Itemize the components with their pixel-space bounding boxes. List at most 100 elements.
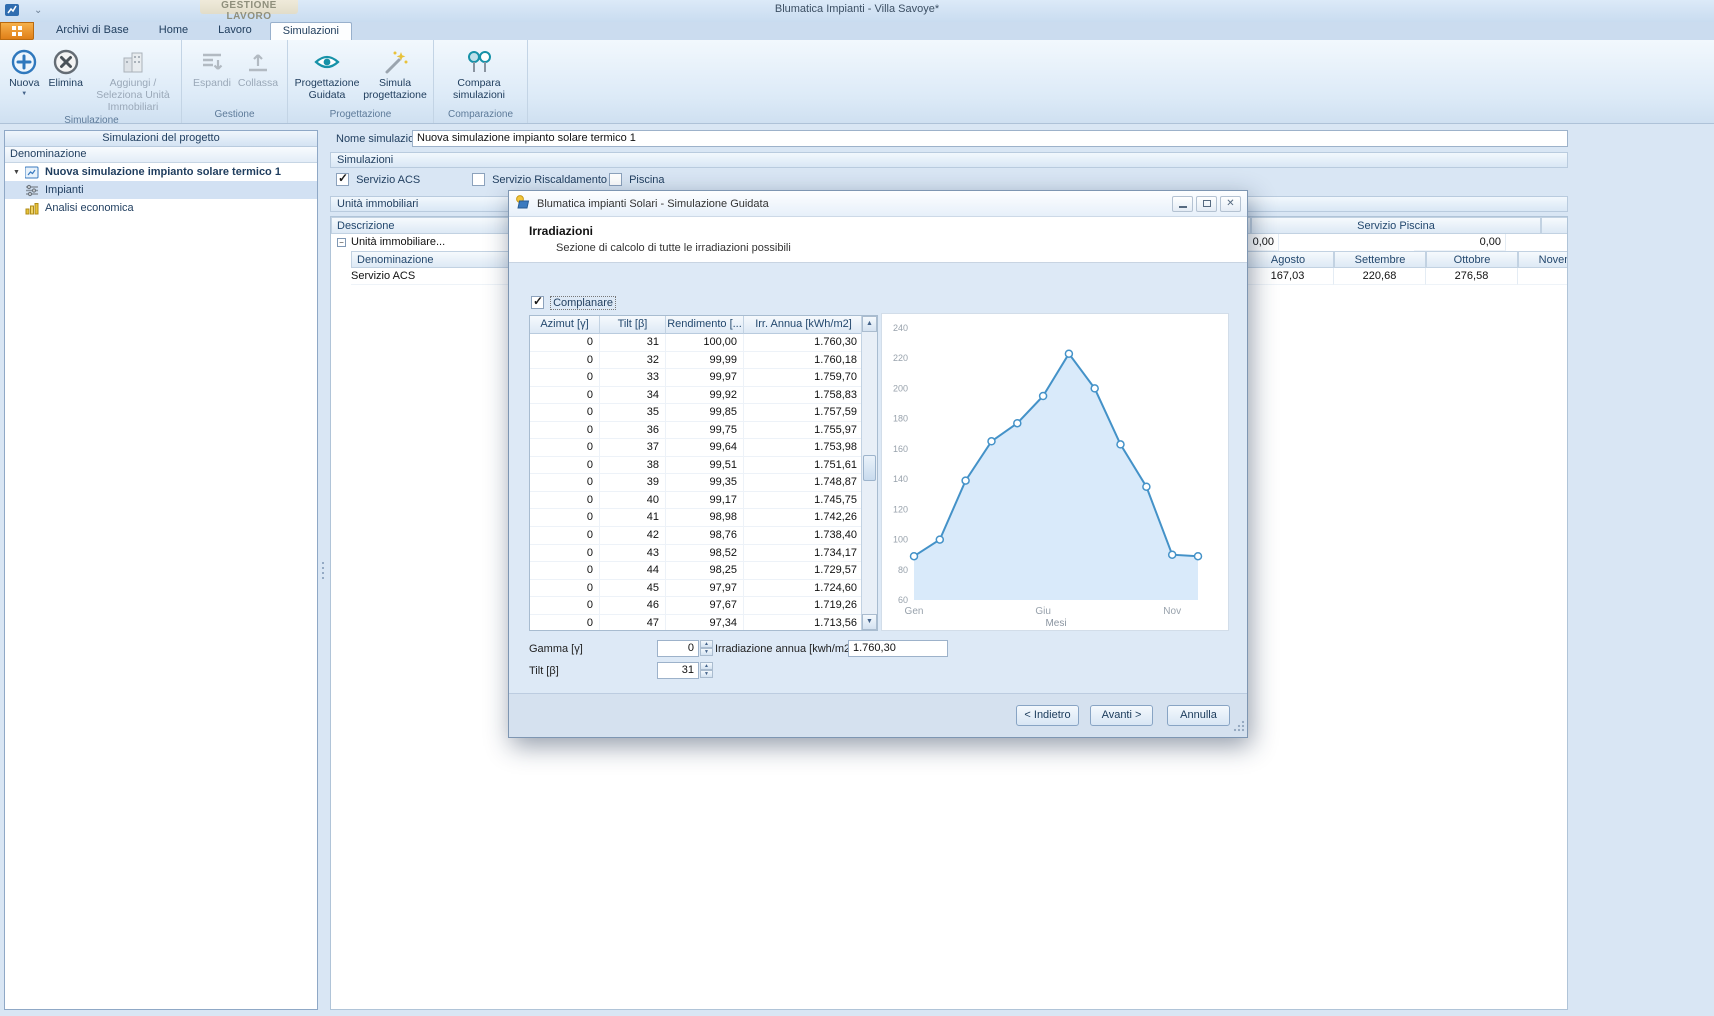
dialog-title: Blumatica impianti Solari - Simulazione … <box>537 198 769 210</box>
collapse-expander-icon[interactable]: − <box>337 238 346 247</box>
resize-grip[interactable] <box>1233 720 1245 735</box>
irradiation-cell: 37 <box>600 439 666 456</box>
simula-progettazione-button[interactable]: Simula progettazione <box>362 44 428 104</box>
section-header-simulazioni[interactable]: Simulazioni <box>330 152 1568 168</box>
tab-archivi-di-base[interactable]: Archivi di Base <box>44 22 141 40</box>
tilt-stepper[interactable]: 31 ▲▼ <box>657 662 699 679</box>
dialog-title-bar[interactable]: Blumatica impianti Solari - Simulazione … <box>509 191 1247 217</box>
back-button[interactable]: < Indietro <box>1016 705 1079 726</box>
irradiation-cell: 0 <box>530 422 600 439</box>
irradiation-table-row[interactable]: 031100,001.760,30 <box>530 334 863 352</box>
tab-home[interactable]: Home <box>147 22 200 40</box>
gamma-spin-buttons[interactable]: ▲▼ <box>700 640 713 657</box>
next-button[interactable]: Avanti > <box>1090 705 1153 726</box>
irradiation-cell: 0 <box>530 387 600 404</box>
irradiation-table-row[interactable]: 03699,751.755,97 <box>530 422 863 440</box>
panel-splitter[interactable] <box>318 130 328 1010</box>
irradiation-cell: 1.760,18 <box>744 352 863 369</box>
minimize-button[interactable] <box>1172 196 1193 212</box>
expand-arrow-icon[interactable]: ▼ <box>13 169 23 176</box>
checkbox-icon[interactable] <box>531 296 544 309</box>
col-header-rendimento[interactable]: Rendimento [... <box>666 316 744 334</box>
tree-item-label: Nuova simulazione impianto solare termic… <box>45 166 281 178</box>
grid-month-header-agosto[interactable]: Agosto <box>1242 251 1334 268</box>
scroll-down-icon[interactable]: ▼ <box>862 614 877 630</box>
ribbon-group-comparazione: Compara simulazioni Comparazione <box>434 40 528 123</box>
grid-month-header-settembre[interactable]: Settembre <box>1334 251 1426 268</box>
irradiation-cell: 35 <box>600 404 666 421</box>
col-header-tilt[interactable]: Tilt [β] <box>600 316 666 334</box>
irradiation-table-row[interactable]: 04099,171.745,75 <box>530 492 863 510</box>
irradiation-table-row[interactable]: 04398,521.734,17 <box>530 545 863 563</box>
grid-month-value-settembre: 220,68 <box>1334 268 1426 285</box>
checkbox-icon[interactable] <box>336 173 349 186</box>
tab-lavoro[interactable]: Lavoro <box>206 22 264 40</box>
espandi-button[interactable]: Espandi <box>190 44 234 92</box>
close-icon[interactable]: ✕ <box>1220 196 1241 212</box>
tab-simulazioni[interactable]: Simulazioni <box>270 22 352 40</box>
x-tick-label: Gen <box>905 606 924 617</box>
tilt-spin-buttons[interactable]: ▲▼ <box>700 662 713 679</box>
cancel-button[interactable]: Annulla <box>1167 705 1230 726</box>
irradiation-cell: 97,34 <box>666 615 744 630</box>
compara-simulazioni-button[interactable]: Compara simulazioni <box>444 44 514 104</box>
checkbox-icon[interactable] <box>472 173 485 186</box>
irradiation-table-row[interactable]: 04198,981.742,26 <box>530 509 863 527</box>
tree-item-analisi-economica[interactable]: Analisi economica <box>5 199 317 217</box>
maximize-button[interactable] <box>1196 196 1217 212</box>
scrollbar-thumb[interactable] <box>863 455 876 481</box>
application-menu-button[interactable] <box>0 22 34 40</box>
irradiation-table-row[interactable]: 03999,351.748,87 <box>530 474 863 492</box>
aggiungi-label: Aggiungi / Seleziona Unità Immobiliari <box>91 78 175 113</box>
dialog-heading: Irradiazioni <box>529 224 593 238</box>
irradiation-cell: 1.755,97 <box>744 422 863 439</box>
irradiation-table-row[interactable]: 03499,921.758,83 <box>530 387 863 405</box>
grid-header-servizio-piscina[interactable]: Servizio Piscina <box>1251 217 1541 234</box>
nuova-button[interactable]: Nuova ▼ <box>5 44 43 99</box>
grid-month-header-novembre[interactable]: Novembre <box>1518 251 1568 268</box>
sim-name-input[interactable]: Nuova simulazione impianto solare termic… <box>412 130 1568 147</box>
irradiation-table-row[interactable]: 03899,511.751,61 <box>530 457 863 475</box>
irradiation-cell: 97,97 <box>666 580 744 597</box>
spin-down-icon[interactable]: ▼ <box>700 648 713 656</box>
irradiation-table-row[interactable]: 03799,641.753,98 <box>530 439 863 457</box>
tree-column-header[interactable]: Denominazione <box>5 147 317 163</box>
irradiation-table-row[interactable]: 04498,251.729,57 <box>530 562 863 580</box>
collassa-button[interactable]: Collassa <box>236 44 280 92</box>
aggiungi-unita-button[interactable]: Aggiungi / Seleziona Unità Immobiliari <box>88 44 178 115</box>
spin-down-icon[interactable]: ▼ <box>700 670 713 678</box>
gamma-stepper[interactable]: 0 ▲▼ <box>657 640 699 657</box>
complanare-checkbox[interactable]: Complanare <box>531 296 615 309</box>
checkbox-icon[interactable] <box>609 173 622 186</box>
irradiation-table-row[interactable]: 03599,851.757,59 <box>530 404 863 422</box>
spin-up-icon[interactable]: ▲ <box>700 662 713 670</box>
tree-item-impianti[interactable]: Impianti <box>5 181 317 199</box>
irradiation-table-row[interactable]: 04298,761.738,40 <box>530 527 863 545</box>
irradiation-table-row[interactable]: 03299,991.760,18 <box>530 352 863 370</box>
tree-item-simulation-root[interactable]: ▼ Nuova simulazione impianto solare term… <box>5 163 317 181</box>
gamma-input[interactable]: 0 <box>657 640 699 657</box>
spin-up-icon[interactable]: ▲ <box>700 640 713 648</box>
gamma-label: Gamma [γ] <box>529 643 583 655</box>
service-acs-checkbox[interactable]: Servizio ACS <box>336 173 420 186</box>
service-piscina-checkbox[interactable]: Piscina <box>609 173 665 186</box>
progettazione-guidata-button[interactable]: Progettazione Guidata <box>294 44 360 104</box>
service-riscaldamento-checkbox[interactable]: Servizio Riscaldamento <box>472 173 607 186</box>
irradiation-table-body: 031100,001.760,3003299,991.760,1803399,9… <box>530 334 863 630</box>
elimina-button[interactable]: Elimina <box>45 44 85 92</box>
irradiation-cell: 100,00 <box>666 334 744 351</box>
group-label-comparazione: Comparazione <box>434 109 527 123</box>
irr-annua-input[interactable]: 1.760,30 <box>848 640 948 657</box>
irradiation-table-row[interactable]: 04597,971.724,60 <box>530 580 863 598</box>
col-header-irr-annua[interactable]: Irr. Annua [kWh/m2] <box>744 316 863 334</box>
grid-month-header-ottobre[interactable]: Ottobre <box>1426 251 1518 268</box>
tilt-input[interactable]: 31 <box>657 662 699 679</box>
irradiation-table-row[interactable]: 04697,671.719,26 <box>530 597 863 615</box>
scroll-up-icon[interactable]: ▲ <box>862 316 877 332</box>
table-scrollbar[interactable]: ▲ ▼ <box>861 316 877 630</box>
service-label: Piscina <box>629 174 664 186</box>
irradiation-table-row[interactable]: 04797,341.713,56 <box>530 615 863 630</box>
col-header-azimut[interactable]: Azimut [γ] <box>530 316 600 334</box>
irradiation-table-row[interactable]: 03399,971.759,70 <box>530 369 863 387</box>
nuova-label: Nuova <box>9 78 39 90</box>
